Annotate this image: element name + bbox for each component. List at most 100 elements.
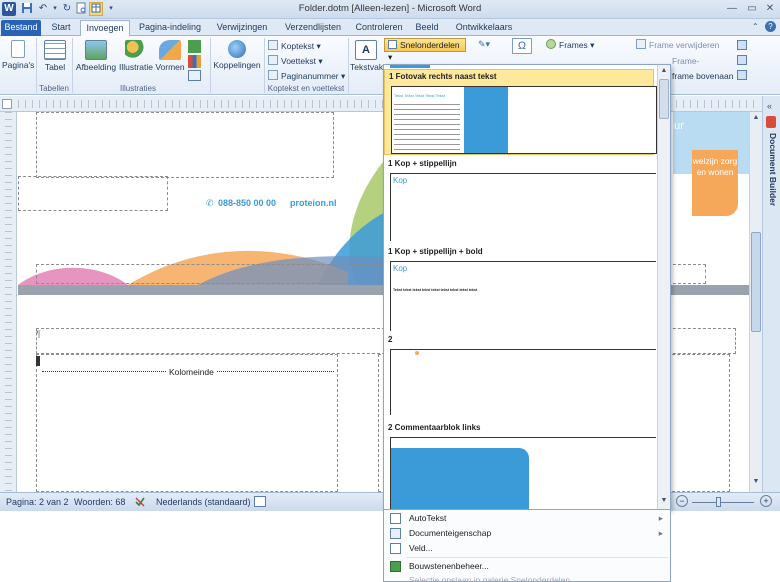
gallery-item-2[interactable]: 2	[384, 333, 656, 419]
gallery-scrollbar[interactable]: ▲ ▼	[657, 65, 670, 509]
phone-number: 088-850 00 00	[218, 198, 277, 208]
signature-line-icon[interactable]: ✎▾	[478, 39, 496, 51]
afbeelding-button[interactable]: Afbeelding	[74, 40, 118, 72]
submenu-arrow-icon: ▸	[658, 513, 663, 523]
frames-icon	[546, 39, 556, 49]
frames-button[interactable]: Frames ▾	[546, 38, 594, 52]
header-frame[interactable]	[36, 112, 334, 178]
menu-item-selectie-opslaan[interactable]: Selectie opslaan in galerie Snelonderdel…	[384, 573, 670, 582]
tekstvak-button[interactable]: A Tekstvak	[350, 40, 384, 72]
zoom-slider[interactable]	[692, 502, 754, 503]
screenshot-icon[interactable]	[188, 70, 201, 81]
frame-verwijderen-button[interactable]: Frame verwijderen	[636, 38, 719, 52]
tabel-button[interactable]: Tabel	[40, 40, 70, 72]
tab-bestand[interactable]: Bestand	[1, 20, 41, 36]
smartart-icon[interactable]	[188, 40, 201, 53]
vertical-scrollbar[interactable]: ▲ ▼	[749, 112, 762, 492]
doc-icon-3[interactable]	[737, 70, 747, 80]
tab-start[interactable]: Start	[44, 20, 78, 36]
word-count[interactable]: Woorden: 68	[74, 497, 125, 507]
preview-heading: Kop	[393, 264, 408, 273]
column-break-label: Kolomeinde	[166, 367, 217, 377]
menu-item-label: Selectie opslaan in galerie Snelonderdel…	[409, 575, 578, 582]
doc-icon-2[interactable]	[737, 55, 747, 65]
text-frame[interactable]	[18, 176, 168, 211]
tab-controleren[interactable]: Controleren	[352, 20, 406, 36]
maximize-button[interactable]: ▭	[742, 1, 762, 16]
zoom-out-icon[interactable]: −	[676, 495, 688, 507]
tab-ontwikkelaars[interactable]: Ontwikkelaars	[448, 20, 520, 36]
previous-preview-remnant	[390, 65, 430, 68]
gallery-item-fotovak[interactable]: 1 Fotovak rechts naast tekst Tekst Tekst…	[384, 69, 657, 155]
zoom-in-icon[interactable]: +	[760, 495, 772, 507]
language-indicator[interactable]: Nederlands (standaard)	[156, 497, 251, 507]
footer-icon	[268, 55, 278, 65]
menu-item-veld[interactable]: Veld...	[384, 541, 670, 556]
textbox-icon: A	[355, 40, 377, 60]
voettekst-label: Voettekst	[281, 56, 316, 66]
koppelingen-button[interactable]: Koppelingen	[212, 40, 262, 70]
menu-item-label: Veld...	[409, 543, 433, 553]
text-cursor	[36, 356, 40, 366]
gallery-item-kop-stippellijn[interactable]: 1 Kop + stippellijn Kop	[384, 157, 656, 245]
tab-pagina-indeling[interactable]: Pagina-indeling	[134, 20, 206, 36]
paginanummer-button[interactable]: Paginanummer ▾	[268, 69, 345, 83]
menu-item-autotekst[interactable]: AutoTekst ▸	[384, 511, 670, 526]
tekstvak-label: Tekstvak	[350, 62, 384, 72]
macro-record-icon[interactable]	[254, 496, 266, 507]
gallery-scroll-down-icon[interactable]: ▼	[659, 497, 669, 504]
gallery-item-preview: Kop	[390, 173, 656, 241]
scroll-down-icon[interactable]: ▼	[751, 478, 761, 488]
tab-verzendlijsten[interactable]: Verzendlijsten	[278, 20, 348, 36]
chart-icon[interactable]	[188, 55, 201, 68]
frame-bovenaan-button[interactable]: frame bovenaan	[672, 69, 733, 83]
preview-orange-dot	[415, 351, 419, 355]
group-separator	[210, 38, 211, 93]
field-icon	[390, 543, 401, 554]
remove-frame-icon	[636, 39, 646, 49]
symbol-omega-icon[interactable]: Ω	[512, 38, 532, 54]
pages-icon	[11, 40, 25, 58]
gallery-item-kop-stippellijn-bold[interactable]: 1 Kop + stippellijn + bold Kop Tekst tek…	[384, 245, 656, 335]
frame-eigenschappen-label: Frame-eigenschappen	[672, 56, 700, 66]
close-button[interactable]: ✕	[760, 1, 780, 16]
proofing-icon[interactable]	[134, 496, 146, 508]
voettekst-button[interactable]: Voettekst ▾	[268, 54, 323, 68]
help-chevron-icon[interactable]: ⌃	[752, 22, 759, 31]
frame-verwijderen-label: Frame verwijderen	[649, 40, 720, 50]
scroll-thumb[interactable]	[751, 232, 761, 332]
document-builder-pane[interactable]: « Document Builder	[762, 96, 780, 492]
tab-selector-icon[interactable]	[2, 99, 12, 109]
collapse-pane-icon[interactable]: «	[767, 101, 772, 111]
shapes-icon	[159, 40, 181, 60]
paginas-label: Pagina's	[2, 60, 35, 70]
vertical-ruler[interactable]	[0, 112, 17, 492]
menu-item-bouwstenenbeheer[interactable]: Bouwstenenbeheer...	[384, 559, 670, 574]
vormen-label: Vormen	[155, 62, 185, 72]
frame-eigenschappen-button[interactable]: Frame-eigenschappen	[672, 54, 734, 68]
table-icon	[44, 40, 66, 60]
tab-verwijzingen[interactable]: Verwijzingen	[210, 20, 274, 36]
title-bar: W ↶ ▾ ↻ ▾ Folder.dotm [Alleen-lezen] - M…	[0, 0, 780, 19]
gallery-item-commentaarblok[interactable]: 2 Commentaarblok links	[384, 421, 656, 509]
paginas-button[interactable]: Pagina's	[2, 40, 34, 70]
doc-icon-1[interactable]	[737, 40, 747, 50]
frames-label: Frames	[559, 40, 588, 50]
koptekst-button[interactable]: Koptekst ▾	[268, 39, 321, 53]
menu-item-documenteigenschap[interactable]: Documenteigenschap ▸	[384, 526, 670, 541]
gallery-scroll-thumb[interactable]	[659, 79, 669, 119]
preview-filler-text: Tekst tekst tekst tekst tekst tekst teks…	[393, 288, 478, 292]
tab-beeld[interactable]: Beeld	[410, 20, 444, 36]
illustratie-label: Illustratie	[118, 62, 153, 72]
minimize-button[interactable]: —	[722, 1, 742, 16]
zoom-slider-thumb[interactable]	[716, 497, 721, 507]
snelonderdelen-button[interactable]: Snelonderdelen ▾	[384, 38, 466, 62]
help-icon[interactable]: ?	[765, 21, 776, 32]
gallery-scroll-up-icon[interactable]: ▲	[659, 67, 669, 74]
tab-invoegen[interactable]: Invoegen	[80, 20, 130, 36]
scroll-up-icon[interactable]: ▲	[751, 114, 761, 124]
illustratie-button[interactable]: Illustratie	[118, 40, 154, 72]
vormen-button[interactable]: Vormen	[154, 40, 186, 72]
page-count[interactable]: Pagina: 2 van 2	[6, 497, 69, 507]
quick-parts-gallery[interactable]: 1 Fotovak rechts naast tekst Tekst Tekst…	[383, 64, 671, 510]
